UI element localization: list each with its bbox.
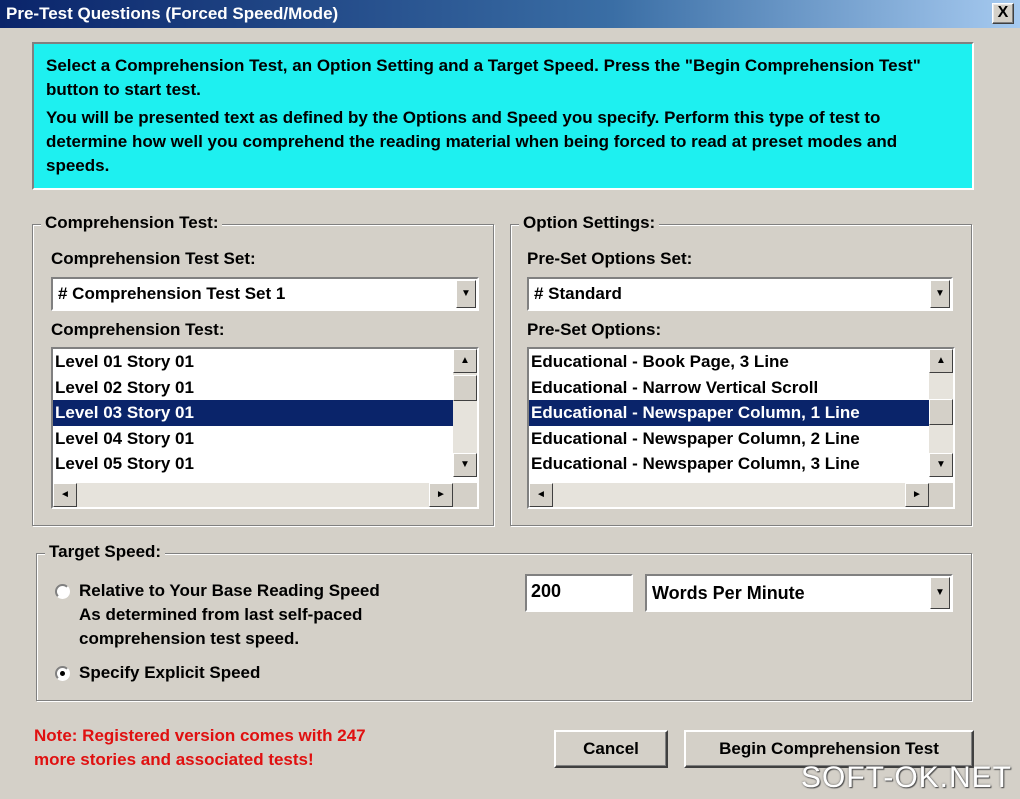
scroll-thumb[interactable]: [929, 399, 953, 425]
list-item[interactable]: Educational - Narrow Vertical Scroll: [529, 375, 929, 401]
scroll-corner: [929, 483, 953, 507]
watermark: SOFT-OK.NET: [800, 761, 1012, 794]
relative-speed-desc-1: As determined from last self-paced: [79, 605, 363, 624]
list-item[interactable]: Level 05 Story 01: [53, 451, 453, 477]
list-item-selected[interactable]: Level 03 Story 01: [53, 400, 453, 426]
comprehension-set-select[interactable]: # Comprehension Test Set 1 ▼: [51, 277, 479, 311]
relative-speed-label[interactable]: Relative to Your Base Reading Speed: [79, 581, 380, 601]
horizontal-scrollbar[interactable]: ◄ ►: [529, 483, 929, 507]
speed-value-input[interactable]: 200: [525, 574, 633, 612]
list-item[interactable]: Level 04 Story 01: [53, 426, 453, 452]
vertical-scrollbar[interactable]: ▲ ▼: [929, 349, 953, 477]
instructions-line-1: Select a Comprehension Test, an Option S…: [46, 56, 921, 99]
scroll-up-icon[interactable]: ▲: [453, 349, 477, 373]
scroll-down-icon[interactable]: ▼: [453, 453, 477, 477]
scroll-left-icon[interactable]: ◄: [53, 483, 77, 507]
target-speed-group: Target Speed: Relative to Your Base Read…: [36, 542, 972, 701]
comprehension-group-title: Comprehension Test:: [41, 213, 223, 233]
target-speed-title: Target Speed:: [45, 542, 166, 562]
list-item[interactable]: Educational - Book Page, 3 Line: [529, 349, 929, 375]
list-item[interactable]: Educational - Newspaper Column, 3 Line: [529, 451, 929, 477]
explicit-speed-radio[interactable]: [55, 666, 70, 681]
window-titlebar[interactable]: Pre-Test Questions (Forced Speed/Mode) X: [0, 0, 1020, 28]
comprehension-test-list[interactable]: Level 01 Story 01 Level 02 Story 01 Leve…: [51, 347, 479, 509]
option-group-title: Option Settings:: [519, 213, 660, 233]
options-set-select[interactable]: # Standard ▼: [527, 277, 953, 311]
comprehension-test-group: Comprehension Test: Comprehension Test S…: [32, 213, 494, 526]
vertical-scrollbar[interactable]: ▲ ▼: [453, 349, 477, 477]
options-set-value: # Standard: [534, 284, 622, 303]
scroll-up-icon[interactable]: ▲: [929, 349, 953, 373]
list-item[interactable]: Level 01 Story 01: [53, 349, 453, 375]
chevron-down-icon[interactable]: ▼: [456, 280, 476, 308]
list-item-selected[interactable]: Educational - Newspaper Column, 1 Line: [529, 400, 929, 426]
scroll-right-icon[interactable]: ►: [905, 483, 929, 507]
chevron-down-icon[interactable]: ▼: [930, 280, 950, 308]
window-title: Pre-Test Questions (Forced Speed/Mode): [6, 4, 339, 23]
speed-unit-value: Words Per Minute: [652, 583, 805, 603]
chevron-down-icon[interactable]: ▼: [930, 577, 950, 609]
close-button[interactable]: X: [992, 3, 1014, 24]
radio-selected-dot: [60, 671, 65, 676]
comprehension-set-value: # Comprehension Test Set 1: [58, 284, 286, 303]
close-icon: X: [997, 4, 1009, 21]
note-line-1: Note: Registered version comes with 247: [34, 726, 366, 745]
scroll-left-icon[interactable]: ◄: [529, 483, 553, 507]
speed-unit-select[interactable]: Words Per Minute ▼: [645, 574, 953, 612]
list-item[interactable]: Educational - Newspaper Column, 2 Line: [529, 426, 929, 452]
registration-note: Note: Registered version comes with 247 …: [34, 724, 366, 772]
horizontal-scrollbar[interactable]: ◄ ►: [53, 483, 453, 507]
comprehension-test-label: Comprehension Test:: [51, 320, 225, 339]
scroll-down-icon[interactable]: ▼: [929, 453, 953, 477]
instructions-line-2: You will be presented text as defined by…: [46, 108, 898, 175]
option-settings-group: Option Settings: Pre-Set Options Set: # …: [510, 213, 972, 526]
preset-options-list[interactable]: Educational - Book Page, 3 Line Educatio…: [527, 347, 955, 509]
scroll-thumb[interactable]: [453, 375, 477, 401]
relative-speed-desc-2: comprehension test speed.: [79, 629, 300, 648]
comprehension-set-label: Comprehension Test Set:: [51, 249, 256, 268]
options-set-label: Pre-Set Options Set:: [527, 249, 693, 268]
cancel-button[interactable]: Cancel: [554, 730, 668, 768]
scroll-right-icon[interactable]: ►: [429, 483, 453, 507]
explicit-speed-label[interactable]: Specify Explicit Speed: [79, 663, 260, 683]
preset-options-label: Pre-Set Options:: [527, 320, 662, 339]
note-line-2: more stories and associated tests!: [34, 750, 314, 769]
scroll-corner: [453, 483, 477, 507]
instructions-panel: Select a Comprehension Test, an Option S…: [32, 42, 974, 190]
relative-speed-radio[interactable]: [55, 584, 70, 599]
list-item[interactable]: Level 02 Story 01: [53, 375, 453, 401]
